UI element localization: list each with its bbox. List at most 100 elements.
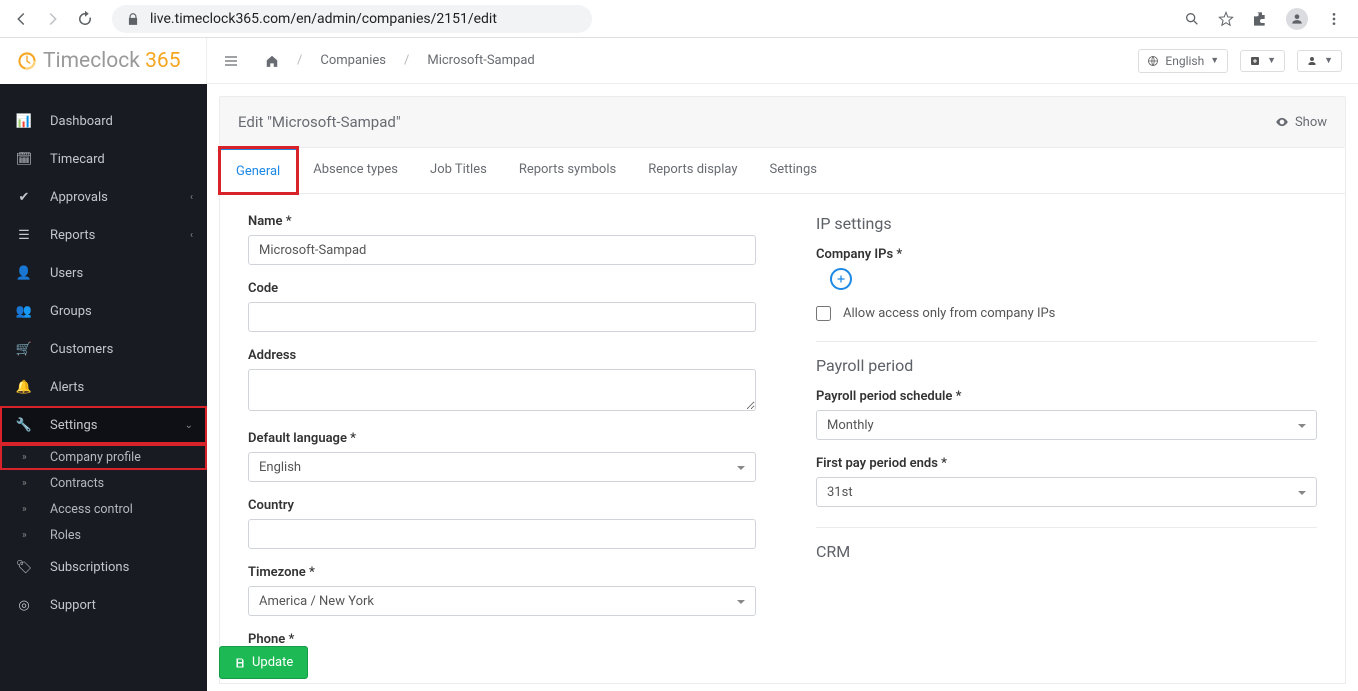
show-button[interactable]: Show <box>1275 115 1327 130</box>
menu-toggle-icon[interactable] <box>223 53 239 69</box>
select-value: English <box>259 460 301 475</box>
user-icon <box>1306 55 1318 67</box>
sidebar-label: Alerts <box>50 380 84 395</box>
timezone-label: Timezone * <box>248 565 788 580</box>
sidebar-item-subscriptions[interactable]: 🏷Subscriptions <box>0 548 207 586</box>
sidebar-sub-label: Access control <box>50 502 133 517</box>
code-label: Code <box>248 281 788 296</box>
chevron-right-icon: » <box>22 504 32 515</box>
back-icon[interactable] <box>12 10 30 28</box>
topbar: / Companies / Microsoft-Sampad English▼ … <box>207 38 1358 84</box>
page-title: Edit "Microsoft-Sampad" <box>238 113 401 131</box>
sidebar-item-alerts[interactable]: 🔔Alerts <box>0 368 207 406</box>
address-label: Address <box>248 348 788 363</box>
phone-label: Phone * <box>248 632 788 647</box>
extensions-icon[interactable] <box>1252 11 1268 27</box>
country-label: Country <box>248 498 788 513</box>
cart-icon: 🛒 <box>16 341 32 357</box>
first-pay-period-label: First pay period ends * <box>816 456 1317 471</box>
users-icon: 👥 <box>16 303 32 319</box>
payroll-schedule-label: Payroll period schedule * <box>816 389 1317 404</box>
globe-icon <box>1147 55 1159 67</box>
company-ips-label: Company IPs * <box>816 247 1317 262</box>
save-icon <box>234 657 246 669</box>
sidebar-label: Approvals <box>50 190 108 205</box>
sidebar-sub-company-profile[interactable]: » Company profile <box>0 444 207 470</box>
update-label: Update <box>252 655 293 670</box>
sidebar-label: Support <box>50 598 96 613</box>
allow-company-ips-label: Allow access only from company IPs <box>843 306 1055 321</box>
lock-icon <box>126 12 140 26</box>
update-button[interactable]: Update <box>219 646 308 679</box>
sidebar-sub-contracts[interactable]: »Contracts <box>0 470 207 496</box>
sidebar-sub-label: Roles <box>50 528 81 543</box>
url-text: live.timeclock365.com/en/admin/companies… <box>150 11 497 27</box>
tab-reports-display[interactable]: Reports display <box>632 148 753 193</box>
home-icon[interactable] <box>265 54 279 68</box>
select-value: Monthly <box>827 418 874 433</box>
plus-square-icon <box>1249 55 1261 67</box>
list-icon: ☰ <box>16 227 32 243</box>
sidebar-item-users[interactable]: 👤Users <box>0 254 207 292</box>
language-selector[interactable]: English▼ <box>1138 49 1228 73</box>
add-menu[interactable]: ▼ <box>1240 50 1285 72</box>
calendar-icon: 🗓 <box>16 151 32 167</box>
sidebar-item-timecard[interactable]: 🗓 Timecard <box>0 140 207 178</box>
tab-absence-types[interactable]: Absence types <box>297 148 414 193</box>
tab-settings[interactable]: Settings <box>754 148 833 193</box>
sidebar-item-approvals[interactable]: ✔ Approvals ‹ <box>0 178 207 216</box>
logo-text: Timeclock 365 <box>43 49 181 73</box>
address-bar[interactable]: live.timeclock365.com/en/admin/companies… <box>112 5 592 33</box>
default-language-select[interactable]: English <box>248 452 756 482</box>
breadcrumb-current: Microsoft-Sampad <box>427 53 534 68</box>
sidebar-sub-access-control[interactable]: » Access control <box>0 496 207 522</box>
code-input[interactable] <box>248 302 756 332</box>
breadcrumb-separator: / <box>297 53 302 68</box>
sidebar-sub-roles[interactable]: »Roles <box>0 522 207 548</box>
sidebar-label: Subscriptions <box>50 560 129 575</box>
main-content: / Companies / Microsoft-Sampad English▼ … <box>207 38 1358 691</box>
check-icon: ✔ <box>16 189 32 205</box>
show-label: Show <box>1295 115 1327 130</box>
sidebar-item-dashboard[interactable]: 📊Dashboard <box>0 102 207 140</box>
payroll-schedule-select[interactable]: Monthly <box>816 410 1317 440</box>
forward-icon[interactable] <box>44 10 62 28</box>
tab-general[interactable]: General <box>220 148 297 193</box>
select-value: 31st <box>827 485 853 500</box>
tabs: General Absence types Job Titles Reports… <box>220 148 1345 194</box>
payroll-heading: Payroll period <box>816 356 1317 375</box>
wrench-icon: 🔧 <box>16 417 32 433</box>
breadcrumb: / Companies / Microsoft-Sampad <box>265 53 535 68</box>
address-input[interactable] <box>248 369 756 411</box>
sidebar-item-reports[interactable]: ☰Reports‹ <box>0 216 207 254</box>
sidebar-sub-label: Contracts <box>50 476 104 491</box>
dashboard-icon: 📊 <box>16 113 32 129</box>
tab-job-titles[interactable]: Job Titles <box>414 148 503 193</box>
first-pay-period-select[interactable]: 31st <box>816 477 1317 507</box>
sidebar-item-settings[interactable]: 🔧Settings⌄ <box>0 406 207 444</box>
breadcrumb-companies[interactable]: Companies <box>320 53 386 68</box>
sidebar-item-customers[interactable]: 🛒Customers <box>0 330 207 368</box>
timezone-select[interactable]: America / New York <box>248 586 756 616</box>
search-icon[interactable] <box>1184 11 1200 27</box>
country-input[interactable] <box>248 519 756 549</box>
life-ring-icon: ◎ <box>16 597 32 613</box>
sidebar-item-support[interactable]: ◎ Support <box>0 586 207 624</box>
tab-reports-symbols[interactable]: Reports symbols <box>503 148 632 193</box>
chevron-left-icon: ‹ <box>190 192 193 203</box>
sidebar-label: Timecard <box>50 152 105 167</box>
chevron-left-icon: ‹ <box>190 230 193 241</box>
add-ip-button[interactable] <box>830 268 852 290</box>
kebab-icon[interactable] <box>1326 11 1342 27</box>
user-menu[interactable]: ▼ <box>1297 50 1342 72</box>
star-icon[interactable] <box>1218 11 1234 27</box>
allow-company-ips-checkbox[interactable] <box>816 306 831 321</box>
chevron-right-icon: » <box>22 452 32 463</box>
sidebar-item-groups[interactable]: 👥Groups <box>0 292 207 330</box>
default-language-label: Default language * <box>248 431 788 446</box>
profile-avatar[interactable] <box>1286 8 1308 30</box>
sidebar-sub-label: Company profile <box>50 450 141 465</box>
app-logo[interactable]: Timeclock 365 <box>0 38 207 84</box>
name-input[interactable] <box>248 235 756 265</box>
reload-icon[interactable] <box>76 10 94 28</box>
